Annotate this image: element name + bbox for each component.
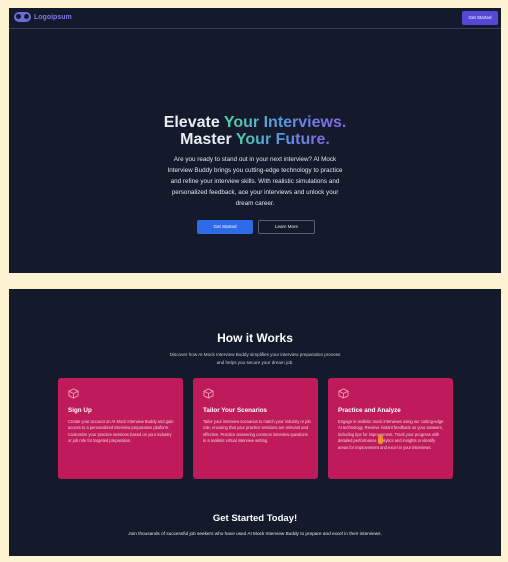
learn-more-button[interactable]: Learn More (258, 220, 315, 234)
hero-title-line1-highlight: Your Interviews. (223, 114, 347, 131)
nav-get-started-button[interactable]: Get Started (462, 11, 498, 25)
hero-title-line2-plain: Master (180, 131, 236, 148)
get-started-subtitle: Join thousands of successful job seekers… (128, 531, 382, 536)
cube-icon (338, 388, 349, 399)
hero-title-line2-highlight: Your Future. (235, 131, 330, 148)
navbar: Logoipsum Get Started (9, 8, 501, 29)
hero-panel: Logoipsum Get Started Elevate Your Inter… (9, 8, 501, 273)
get-started-title: Get Started Today! (212, 513, 298, 524)
how-it-works-panel: How it Works Discover how AI Mock Interv… (9, 289, 501, 556)
cube-icon (68, 388, 79, 399)
card-title: Tailor Your Scenarios (203, 407, 268, 414)
hero-subtitle: Are you ready to stand out in your next … (167, 156, 343, 207)
logo-text: Logoipsum (34, 13, 72, 21)
hero-title-line1-plain: Elevate (163, 114, 224, 131)
card-tailor-scenarios: Tailor Your Scenarios Tailor your interv… (193, 378, 318, 479)
hero-title: Elevate Your Interviews. Master Your Fut… (9, 114, 501, 148)
logo-icon (14, 12, 31, 22)
mouse-cursor-icon (378, 435, 383, 444)
card-title: Sign Up (68, 407, 92, 414)
logo[interactable]: Logoipsum (14, 12, 72, 22)
how-it-works-title: How it Works (217, 331, 293, 345)
card-text: Tailor your interview scenarios to match… (203, 419, 311, 444)
card-sign-up: Sign Up Create your account on AI Mock I… (58, 378, 183, 479)
how-it-works-subtitle: Discover how AI Mock Interview Buddy sim… (169, 352, 341, 365)
card-text: Create your account on AI Mock Interview… (68, 419, 174, 444)
card-practice-analyze: Practice and Analyze Engage in realistic… (328, 378, 453, 479)
cube-icon (203, 388, 214, 399)
card-text: Engage in realistic mock interviews usin… (338, 419, 444, 450)
card-title: Practice and Analyze (338, 407, 401, 414)
get-started-button[interactable]: Get Started (197, 220, 253, 234)
